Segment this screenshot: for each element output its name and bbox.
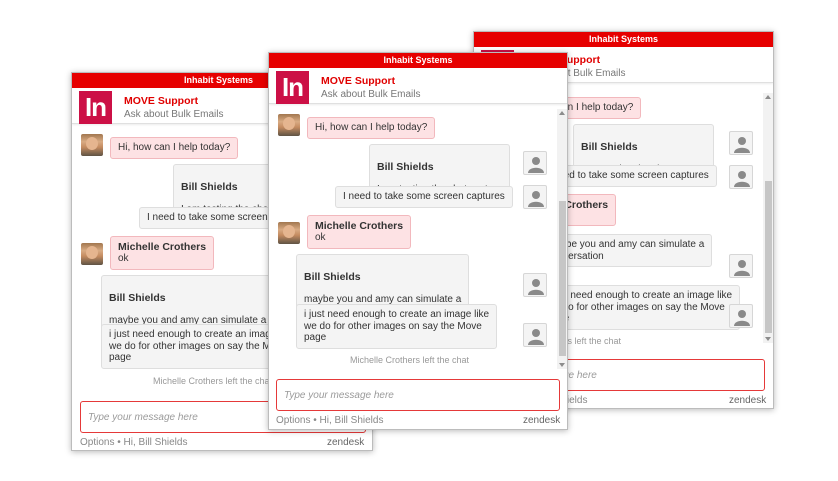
user-avatar-icon bbox=[729, 165, 753, 189]
user-avatar-icon bbox=[729, 254, 753, 278]
user-avatar-icon bbox=[729, 304, 753, 328]
greeting-text: Hi, Bill Shields bbox=[123, 437, 188, 448]
sender-name: Michelle Crothers bbox=[315, 220, 404, 232]
zendesk-brand[interactable]: zendesk bbox=[327, 437, 364, 448]
user-avatar-icon bbox=[523, 185, 547, 209]
chat-header: In MOVE Support Ask about Bulk Emails bbox=[269, 68, 567, 104]
user-message: i just need enough to create an image li… bbox=[539, 285, 741, 330]
scroll-down-arrow[interactable] bbox=[765, 337, 771, 341]
options-link[interactable]: Options bbox=[276, 415, 310, 426]
system-message: Michelle Crothers left the chat bbox=[350, 355, 470, 365]
header-subtitle: Ask about Bulk Emails bbox=[124, 109, 224, 120]
user-message: i just need enough to create an image li… bbox=[296, 304, 498, 349]
scroll-thumb[interactable] bbox=[559, 201, 566, 356]
sender-name: Bill Shields bbox=[581, 140, 638, 153]
system-message: Michelle Crothers left the chat bbox=[153, 376, 273, 386]
scroll-thumb[interactable] bbox=[765, 181, 772, 333]
agent-message: Michelle Crothers ok bbox=[110, 236, 215, 270]
user-message: I need to take some screen captures bbox=[335, 186, 513, 208]
header-subtitle: Ask about Bulk Emails bbox=[321, 89, 421, 100]
sender-name: Bill Shields bbox=[377, 160, 434, 173]
sender-name: Michelle Crothers bbox=[118, 241, 207, 253]
company-logo: In bbox=[276, 71, 309, 104]
agent-avatar bbox=[81, 134, 103, 156]
message-input[interactable] bbox=[276, 379, 560, 411]
company-logo: In bbox=[79, 91, 112, 124]
zendesk-brand[interactable]: zendesk bbox=[729, 395, 766, 406]
agent-avatar bbox=[81, 243, 103, 265]
footer-bar: Options • Hi, Bill Shields bbox=[276, 415, 384, 426]
scrollbar[interactable] bbox=[557, 109, 567, 369]
topbar: Inhabit Systems bbox=[269, 53, 567, 68]
user-avatar-icon bbox=[523, 323, 547, 347]
options-link[interactable]: Options bbox=[80, 437, 114, 448]
agent-avatar bbox=[278, 222, 300, 244]
zendesk-brand[interactable]: zendesk bbox=[523, 415, 560, 426]
agent-message: Hi, how can I help today? bbox=[110, 137, 239, 159]
agent-avatar bbox=[278, 114, 300, 136]
agent-message: Michelle Crothers ok bbox=[307, 215, 412, 249]
chat-window-center: Inhabit Systems In MOVE Support Ask abou… bbox=[268, 52, 568, 430]
footer-bar: Options • Hi, Bill Shields bbox=[80, 437, 188, 448]
user-avatar-icon bbox=[523, 273, 547, 297]
greeting-text: Hi, Bill Shields bbox=[319, 415, 384, 426]
header-title: MOVE Support bbox=[321, 75, 396, 87]
sender-name: Bill Shields bbox=[304, 270, 361, 283]
user-avatar-icon bbox=[523, 151, 547, 175]
header-title: MOVE Support bbox=[124, 95, 199, 107]
agent-message: Hi, how can I help today? bbox=[307, 117, 436, 139]
message-list: Hi, how can I help today? Bill Shields I… bbox=[269, 104, 567, 374]
scrollbar[interactable] bbox=[763, 93, 773, 343]
scroll-down-arrow[interactable] bbox=[559, 363, 565, 367]
scroll-up-arrow[interactable] bbox=[559, 111, 565, 115]
scroll-up-arrow[interactable] bbox=[765, 95, 771, 99]
topbar: Inhabit Systems bbox=[474, 32, 773, 47]
user-avatar-icon bbox=[729, 131, 753, 155]
sender-name: Bill Shields bbox=[109, 291, 166, 304]
